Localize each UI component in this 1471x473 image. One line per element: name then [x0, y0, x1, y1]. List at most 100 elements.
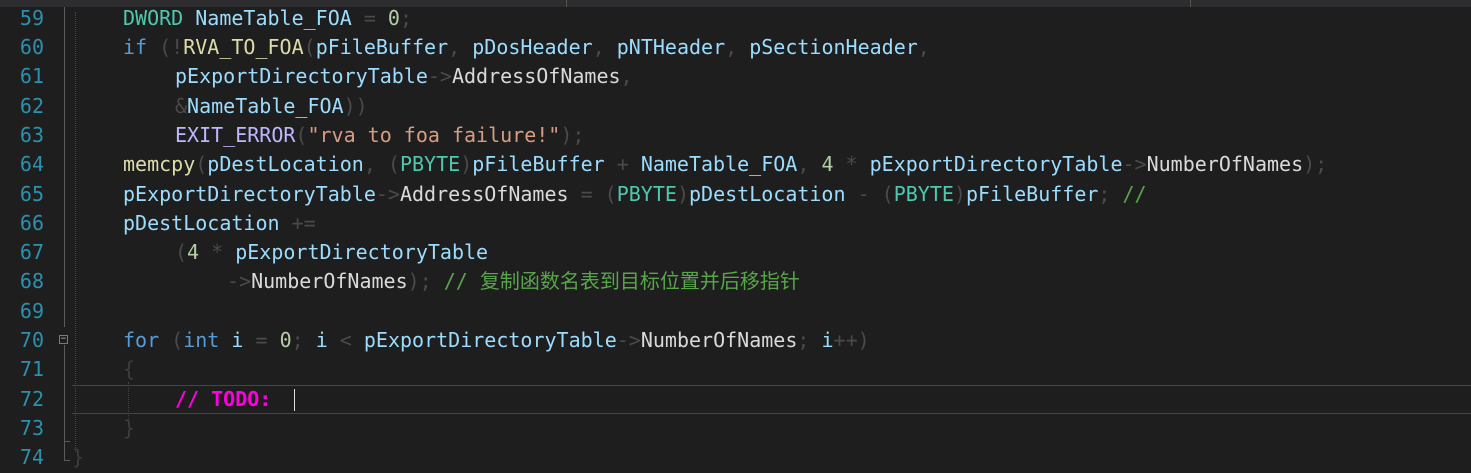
identifier-token: pSectionHeader	[749, 35, 918, 59]
line-number: 63	[19, 123, 44, 147]
identifier-token: pExportDirectoryTable	[235, 240, 489, 264]
identifier-token: pNTHeader	[616, 35, 726, 59]
operator-token: +=	[279, 211, 316, 235]
punctuation-token: ,	[917, 35, 930, 59]
punctuation-token: )	[953, 182, 966, 206]
operator-token: - (	[845, 182, 894, 206]
line-number: 60	[19, 35, 44, 59]
function-token: memcpy	[123, 152, 196, 176]
punctuation-token: ,	[797, 152, 822, 176]
identifier-token: pFileBuffer	[315, 35, 449, 59]
member-token: AddressOfNames	[451, 64, 621, 88]
code-line-70: for (int i = 0; i < pExportDirectoryTabl…	[123, 326, 1471, 355]
code-line-60: if (!RVA_TO_FOA(pFileBuffer, pDosHeader,…	[123, 33, 1471, 62]
line-number: 64	[19, 152, 44, 176]
operator-token: ->	[227, 269, 252, 293]
code-line-68: ->NumberOfNames); // 复制函数名表到目标位置并后移指针	[227, 267, 1471, 296]
operator-token: +	[604, 152, 641, 176]
identifier-token: i	[821, 328, 834, 352]
punctuation-token: ;	[399, 6, 413, 30]
identifier-token: pExportDirectoryTable	[363, 328, 617, 352]
operator-token: <	[327, 328, 364, 352]
line-number: 59	[19, 6, 44, 30]
member-token: NumberOfNames	[1146, 152, 1304, 176]
operator-token: =	[243, 328, 280, 352]
outline-line	[64, 7, 65, 327]
identifier-token: NameTable_FOA	[640, 152, 798, 176]
line-number-gutter: 59 60 61 62 63 64 65 66 67 68 69 70 71 7…	[0, 6, 60, 473]
code-line-74: }	[72, 443, 1471, 472]
line-number: 66	[19, 211, 44, 235]
code-line-61: pExportDirectoryTable->AddressOfNames,	[175, 62, 1471, 91]
line-number: 68	[19, 269, 44, 293]
member-token: NumberOfNames	[251, 269, 408, 293]
punctuation-token: (	[159, 328, 184, 352]
outline-end	[64, 441, 70, 442]
line-number: 69	[19, 299, 44, 323]
punctuation-token: ;	[291, 328, 316, 352]
identifier-token: pExportDirectoryTable	[869, 152, 1123, 176]
operator-token: *	[833, 152, 870, 176]
comment-token: //	[175, 387, 212, 411]
identifier-token: i	[219, 328, 244, 352]
type-token: PBYTE	[893, 182, 954, 206]
line-number: 70	[19, 328, 44, 352]
code-line-59: DWORD NameTable_FOA = 0;	[123, 4, 1471, 33]
punctuation-token: (!	[147, 35, 184, 59]
member-token: AddressOfNames	[399, 182, 569, 206]
identifier-token: i	[315, 328, 328, 352]
string-token: "rva to foa failure!"	[307, 123, 561, 147]
identifier-token: pDestLocation	[123, 211, 280, 235]
number-token: 4	[821, 152, 834, 176]
type-token: PBYTE	[616, 182, 677, 206]
punctuation-token: ++)	[833, 328, 870, 352]
line-number: 61	[19, 64, 44, 88]
identifier-token: NameTable_FOA	[187, 94, 344, 118]
identifier-token: pDosHeader	[472, 35, 593, 59]
punctuation-token: );	[560, 123, 585, 147]
collapse-toggle-icon[interactable]: −	[59, 335, 68, 344]
code-line-72: // TODO:	[175, 385, 1471, 414]
brace-token: }	[72, 445, 85, 469]
macro-token: EXIT_ERROR	[175, 123, 296, 147]
line-number: 74	[19, 445, 44, 469]
identifier-token: pFileBuffer	[472, 152, 605, 176]
identifier-token: pDestLocation	[688, 182, 846, 206]
punctuation-token: )	[676, 182, 689, 206]
punctuation-token: );	[1303, 152, 1328, 176]
comment-token: // 复制函数名表到目标位置并后移指针	[443, 269, 800, 293]
keyword-token: int	[183, 328, 220, 352]
line-number: 67	[19, 240, 44, 264]
member-token: NumberOfNames	[640, 328, 798, 352]
operator-token: &	[175, 94, 188, 118]
operator-token: ->	[616, 328, 641, 352]
operator-token: ->	[1122, 152, 1147, 176]
line-number: 65	[19, 182, 44, 206]
todo-token: TODO:	[211, 387, 272, 411]
keyword-token: if	[123, 35, 148, 59]
code-line-65: pExportDirectoryTable->AddressOfNames = …	[123, 180, 1471, 209]
type-token: DWORD	[123, 6, 184, 30]
line-number: 62	[19, 94, 44, 118]
code-line-73: }	[123, 414, 1471, 443]
line-number: 72	[19, 387, 44, 411]
number-token: 0	[387, 6, 400, 30]
punctuation-token: ;	[797, 328, 822, 352]
punctuation-token: ))	[343, 94, 368, 118]
number-token: 4	[187, 240, 200, 264]
brace-token: {	[123, 357, 136, 381]
punctuation-token: (	[295, 123, 308, 147]
comment-token: //	[1122, 182, 1147, 206]
brace-token: }	[123, 416, 136, 440]
operator-token: *	[199, 240, 236, 264]
identifier-token: pDestLocation	[207, 152, 364, 176]
punctuation-token: (	[195, 152, 208, 176]
number-token: 0	[279, 328, 292, 352]
identifier-token: pExportDirectoryTable	[123, 182, 376, 206]
punctuation-token: ,	[448, 35, 473, 59]
line-number: 71	[19, 357, 44, 381]
code-line-64: memcpy(pDestLocation, (PBYTE)pFileBuffer…	[123, 150, 1471, 179]
punctuation-token: ;	[1098, 182, 1123, 206]
operator-token: = (	[568, 182, 617, 206]
punctuation-token: (	[175, 240, 188, 264]
